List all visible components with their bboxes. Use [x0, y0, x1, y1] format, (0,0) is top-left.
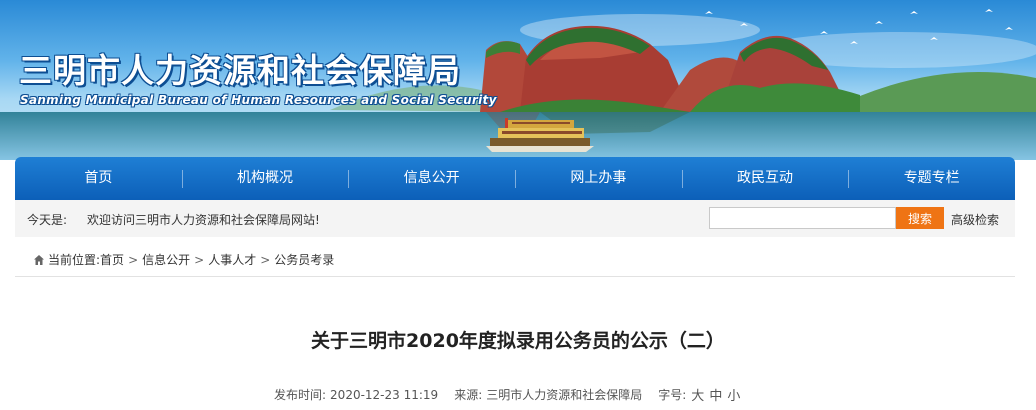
breadcrumb-link-personnel[interactable]: 人事人才 [208, 251, 256, 268]
source-label: 来源: [454, 388, 483, 402]
site-title: 三明市人力资源和社会保障局 [19, 51, 461, 90]
article-title: 关于三明市2020年度拟录用公务员的公示（二） [311, 330, 725, 352]
font-size-medium[interactable]: 中 [709, 385, 722, 404]
breadcrumb: 当前位置: 首页 > 信息公开 > 人事人才 > 公务员考录 [33, 251, 334, 268]
font-size-label: 字号: [658, 388, 687, 402]
published-label: 发布时间: [274, 388, 327, 402]
font-size-large[interactable]: 大 [691, 385, 704, 404]
site-subtitle: Sanming Municipal Bureau of Human Resour… [20, 93, 497, 107]
search-input[interactable] [709, 207, 896, 229]
header-banner: 三明市人力资源和社会保障局 Sanming Municipal Bureau o… [0, 0, 1036, 160]
nav-item-interaction[interactable]: 政民互动 [681, 157, 849, 200]
breadcrumb-link-home[interactable]: 首页 [100, 251, 124, 268]
search-button[interactable]: 搜索 [896, 207, 944, 229]
advanced-search-link[interactable]: 高级检索 [951, 211, 999, 228]
nav-item-online-services[interactable]: 网上办事 [515, 157, 682, 200]
breadcrumb-separator: > [128, 252, 139, 267]
info-bar: 今天是: 欢迎访问三明市人力资源和社会保障局网站! 搜索 高级检索 [15, 200, 1015, 237]
nav-item-special-topics[interactable]: 专题专栏 [848, 157, 1015, 200]
welcome-message: 欢迎访问三明市人力资源和社会保障局网站! [87, 213, 320, 227]
breadcrumb-container: 当前位置: 首页 > 信息公开 > 人事人才 > 公务员考录 [15, 237, 1015, 277]
published-date: 2020-12-23 11:19 [330, 387, 439, 402]
breadcrumb-link-civil-service[interactable]: 公务员考录 [274, 251, 334, 268]
source-value: 三明市人力资源和社会保障局 [486, 388, 643, 402]
nav-item-organization[interactable]: 机构概况 [181, 157, 349, 200]
article-meta: 发布时间: 2020-12-23 11:19 来源: 三明市人力资源和社会保障局… [274, 385, 740, 405]
breadcrumb-separator: > [194, 252, 205, 267]
nav-item-information[interactable]: 信息公开 [348, 157, 515, 200]
home-icon [34, 254, 44, 265]
breadcrumb-prefix: 当前位置: [48, 253, 101, 267]
today-label: 今天是: [27, 213, 68, 227]
main-nav: 首页 机构概况 信息公开 网上办事 政民互动 专题专栏 [15, 157, 1015, 200]
breadcrumb-link-information[interactable]: 信息公开 [142, 251, 190, 268]
breadcrumb-separator: > [260, 252, 271, 267]
font-size-small[interactable]: 小 [727, 385, 740, 404]
nav-item-home[interactable]: 首页 [15, 157, 182, 200]
